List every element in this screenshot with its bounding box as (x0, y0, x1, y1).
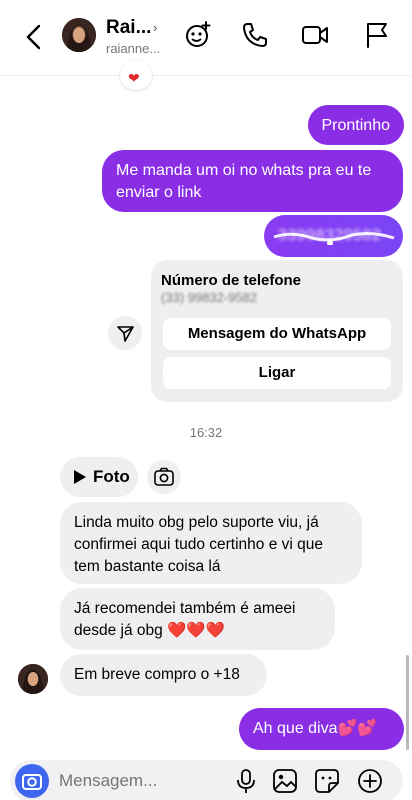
card-title: Número de telefone (161, 272, 302, 289)
whatsapp-message-button[interactable]: Mensagem do WhatsApp (163, 318, 391, 350)
call-button[interactable]: Ligar (163, 357, 391, 389)
message-outgoing[interactable]: Ah que diva💕💕 (239, 708, 404, 750)
camera-icon (154, 467, 174, 486)
heart-reaction: ❤ (120, 60, 152, 90)
message-outgoing-blurred-number[interactable]: 33998329582 (264, 215, 403, 257)
camera-icon (22, 774, 42, 790)
camera-reply-button[interactable] (147, 460, 181, 494)
mic-icon[interactable] (233, 768, 259, 794)
gallery-icon[interactable] (272, 768, 298, 794)
chevron-right-icon[interactable]: › (153, 20, 157, 35)
scribble-redaction (273, 232, 395, 245)
back-icon[interactable] (20, 22, 48, 52)
message-composer (10, 760, 403, 800)
share-icon (117, 326, 134, 342)
plus-icon[interactable] (357, 768, 383, 794)
effects-icon[interactable] (183, 20, 213, 50)
phone-number-card: Número de telefone (33) 99832-9582 Mensa… (151, 260, 403, 402)
message-incoming[interactable]: Em breve compro o +18 (60, 654, 267, 696)
phone-icon[interactable] (240, 20, 270, 50)
avatar[interactable] (62, 18, 96, 52)
message-outgoing[interactable]: Prontinho (307, 105, 404, 145)
heart-icon: ❤ (128, 70, 140, 86)
sticker-icon[interactable] (314, 768, 340, 794)
sender-avatar[interactable] (18, 664, 48, 694)
message-input[interactable] (59, 771, 219, 791)
message-incoming[interactable]: Já recomendei também é ameei desde já ob… (60, 588, 335, 650)
scrollbar[interactable] (406, 655, 409, 750)
card-phone-number: (33) 99832-9582 (161, 290, 258, 305)
photo-label: Foto (93, 467, 130, 486)
flag-icon[interactable] (362, 20, 392, 50)
camera-button[interactable] (15, 764, 49, 798)
view-once-photo[interactable]: Foto (60, 457, 138, 497)
chat-header: Rai... › raianne... (0, 0, 412, 76)
message-outgoing[interactable]: Me manda um oi no whats pra eu te enviar… (102, 150, 403, 212)
contact-username: raianne... (106, 41, 161, 56)
share-button[interactable] (108, 316, 142, 350)
message-incoming[interactable]: Linda muito obg pelo suporte viu, já con… (60, 502, 362, 584)
contact-name[interactable]: Rai... (106, 17, 151, 39)
video-icon[interactable] (300, 20, 330, 50)
timestamp: 16:32 (189, 425, 223, 440)
play-icon (74, 470, 86, 484)
